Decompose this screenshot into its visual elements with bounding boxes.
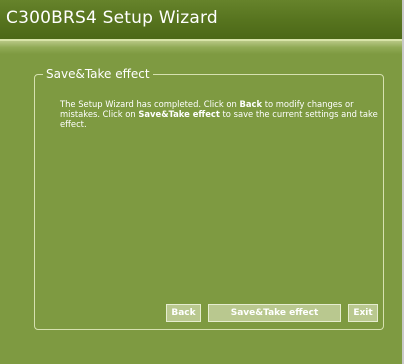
completion-message: The Setup Wizard has completed. Click on… <box>60 99 380 129</box>
save-take-effect-section: Save&Take effect The Setup Wizard has co… <box>34 66 384 330</box>
message-save-keyword: Save&Take effect <box>138 109 220 119</box>
message-back-keyword: Back <box>239 99 263 109</box>
back-button[interactable]: Back <box>166 304 201 322</box>
header-band <box>0 41 402 54</box>
save-take-effect-button[interactable]: Save&Take effect <box>208 304 341 322</box>
exit-button[interactable]: Exit <box>348 304 378 322</box>
setup-wizard-window: C300BRS4 Setup Wizard Save&Take effect T… <box>0 0 404 364</box>
section-legend: Save&Take effect <box>43 66 153 82</box>
title-bar: C300BRS4 Setup Wizard <box>0 0 402 41</box>
window-title: C300BRS4 Setup Wizard <box>6 8 218 28</box>
message-text-1: The Setup Wizard has completed. Click on <box>60 99 240 109</box>
